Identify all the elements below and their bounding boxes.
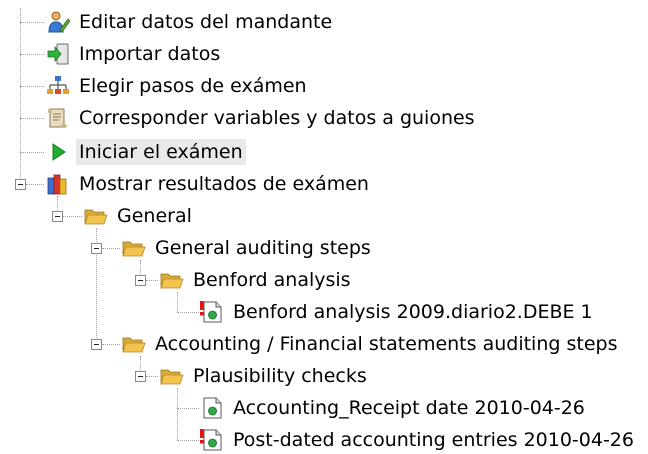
collapse-toggle-general-auditing[interactable] xyxy=(91,243,102,254)
collapse-toggle-accounting[interactable] xyxy=(91,339,102,350)
tree-line xyxy=(146,280,158,281)
tree-item-label: Plausibility checks xyxy=(193,365,367,387)
person-edit-icon xyxy=(46,10,70,34)
tree-line xyxy=(146,376,158,377)
tree-item-plausibility-checks[interactable]: Plausibility checks xyxy=(160,362,370,390)
tree-item-benford-result[interactable]: Benford analysis 2009.diario2.DEBE 1 xyxy=(200,298,596,326)
tree-line xyxy=(20,8,21,184)
tree-item-label: Corresponder variables y datos a guiones xyxy=(79,107,475,129)
tree-item-show-results[interactable]: Mostrar resultados de exámen xyxy=(46,170,372,198)
tree-item-receipt-date-result[interactable]: Accounting_Receipt date 2010-04-26 xyxy=(200,394,588,422)
tree-item-accounting-auditing-steps[interactable]: Accounting / Financial statements auditi… xyxy=(122,330,620,358)
document-warning-icon xyxy=(200,300,224,324)
tree-item-label: Post-dated accounting entries 2010-04-26 xyxy=(233,429,634,451)
tree-item-label: General xyxy=(117,205,192,227)
tree-item-import-data[interactable]: Importar datos xyxy=(46,40,223,68)
tree-line xyxy=(20,54,44,55)
tree-item-label: General auditing steps xyxy=(155,237,371,259)
folder-open-icon xyxy=(84,204,108,228)
tree-line xyxy=(177,440,199,441)
play-icon xyxy=(46,140,70,164)
folder-open-icon xyxy=(122,236,146,260)
folder-open-icon xyxy=(122,332,146,356)
tree-item-label: Mostrar resultados de exámen xyxy=(79,173,369,195)
books-icon xyxy=(46,172,70,196)
tree-line xyxy=(63,216,82,217)
tree-item-choose-steps[interactable]: Elegir pasos de exámen xyxy=(46,72,310,100)
tree-line xyxy=(26,184,44,185)
tree-item-label: Editar datos del mandante xyxy=(79,11,333,33)
tree-item-map-variables[interactable]: Corresponder variables y datos a guiones xyxy=(46,104,478,132)
tree-item-post-dated-result[interactable]: Post-dated accounting entries 2010-04-26 xyxy=(200,426,637,454)
tree-item-label: Benford analysis 2009.diario2.DEBE 1 xyxy=(233,301,593,323)
hierarchy-icon xyxy=(46,74,70,98)
tree-line xyxy=(20,118,44,119)
tree-item-benford-analysis[interactable]: Benford analysis xyxy=(160,266,354,294)
tree-item-general-auditing-steps[interactable]: General auditing steps xyxy=(122,234,374,262)
scroll-icon xyxy=(46,106,70,130)
tree-item-label: Importar datos xyxy=(79,43,221,65)
tree-line xyxy=(20,86,44,87)
import-data-icon xyxy=(46,42,70,66)
collapse-toggle-plausibility[interactable] xyxy=(135,371,146,382)
tree-line xyxy=(177,408,199,409)
tree-item-general[interactable]: General xyxy=(84,202,195,230)
tree-item-label: Elegir pasos de exámen xyxy=(79,75,307,97)
tree-item-label: Accounting_Receipt date 2010-04-26 xyxy=(233,397,585,419)
tree-line xyxy=(177,312,199,313)
tree-item-label: Iniciar el exámen xyxy=(76,139,246,165)
tree-item-start-exam[interactable]: Iniciar el exámen xyxy=(46,138,246,166)
document-icon xyxy=(200,396,224,420)
tree-item-edit-client[interactable]: Editar datos del mandante xyxy=(46,8,335,36)
tree-item-label: Accounting / Financial statements auditi… xyxy=(155,333,618,355)
folder-open-icon xyxy=(160,364,184,388)
tree-line xyxy=(177,292,178,312)
navigation-tree: Editar datos del mandante Importar datos… xyxy=(0,0,648,453)
collapse-toggle-results[interactable] xyxy=(15,179,26,190)
tree-line xyxy=(20,22,44,23)
folder-open-icon xyxy=(160,268,184,292)
collapse-toggle-general[interactable] xyxy=(52,211,63,222)
tree-line xyxy=(177,388,178,440)
collapse-toggle-benford[interactable] xyxy=(135,275,146,286)
tree-line xyxy=(102,248,120,249)
tree-line xyxy=(102,344,120,345)
tree-item-label: Benford analysis xyxy=(193,269,351,291)
document-warning-icon xyxy=(200,428,224,452)
tree-line xyxy=(20,152,44,153)
